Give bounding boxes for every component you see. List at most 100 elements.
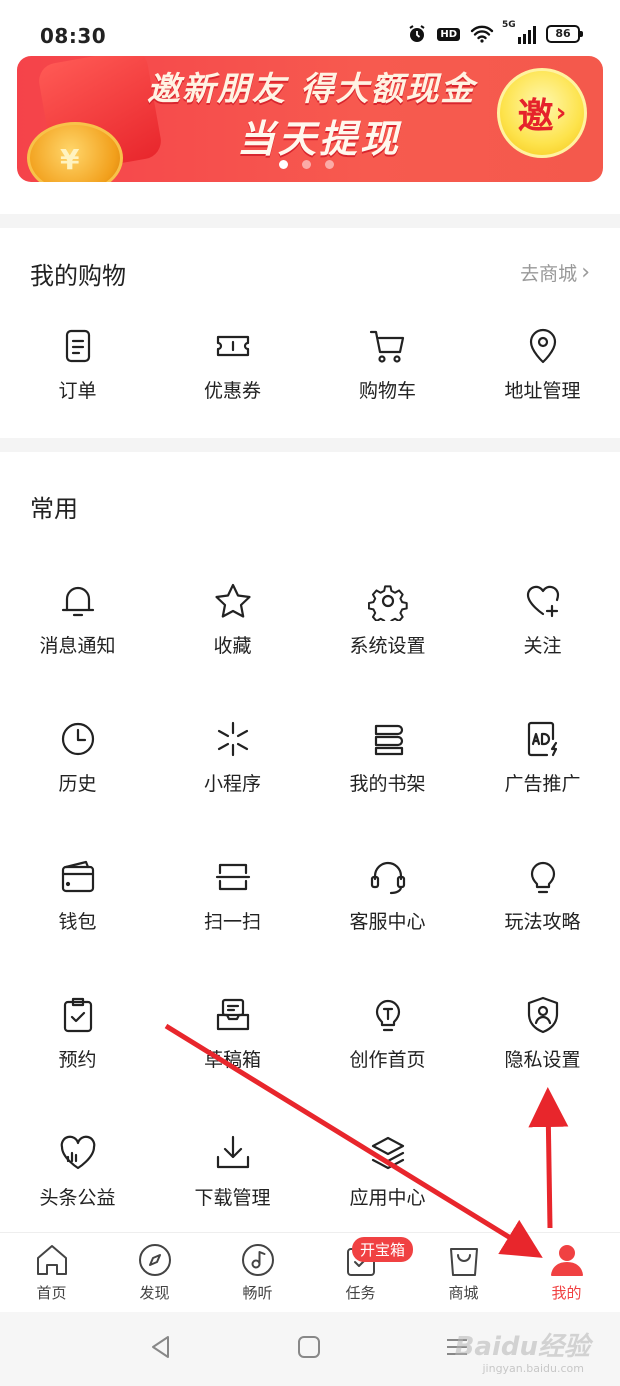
grid-item-label: 下载管理: [194, 1187, 271, 1209]
carousel-dot[interactable]: [279, 160, 288, 169]
status-icons: HD 5G 86: [407, 20, 583, 44]
nav-label: 任务: [345, 1284, 376, 1302]
grid-item-privacy-settings[interactable]: 隐私设置: [465, 975, 620, 1095]
grid-item-creator-home[interactable]: 创作首页: [310, 975, 465, 1095]
home-button-icon[interactable]: [296, 1334, 322, 1364]
grid-item-label: 头条公益: [39, 1187, 116, 1209]
nav-label: 商城: [448, 1284, 479, 1302]
carousel-dots: [279, 160, 334, 169]
watermark-url: jingyan.baidu.com: [482, 1362, 584, 1375]
grid-item-label: 客服中心: [349, 911, 426, 933]
clock-icon: [58, 719, 98, 759]
bell-icon: [58, 581, 98, 621]
annotation-arrow: [528, 1087, 569, 1229]
invite-banner[interactable]: ¥ 邀新朋友 得大额现金 当天提现 邀 ›: [17, 56, 603, 182]
grid-item-label: 地址管理: [504, 380, 581, 402]
grid-item-guide[interactable]: 玩法攻略: [465, 837, 620, 957]
common-section-title: 常用: [30, 495, 78, 523]
grid-item-label: 我的书架: [349, 773, 426, 795]
grid-item-charity[interactable]: 头条公益: [0, 1113, 155, 1233]
grid-item-bookshelf[interactable]: 我的书架: [310, 699, 465, 819]
home-icon: [33, 1241, 71, 1279]
back-icon[interactable]: [148, 1334, 174, 1364]
ad-icon: [523, 719, 563, 759]
invite-button[interactable]: 邀 ›: [497, 68, 587, 158]
invite-button-label: 邀: [517, 96, 554, 137]
system-nav-bar: Baidu经验 jingyan.baidu.com: [0, 1312, 620, 1386]
grid-item-history[interactable]: 历史: [0, 699, 155, 819]
grid-item-label: 广告推广: [504, 773, 581, 795]
grid-item-label: 草稿箱: [203, 1049, 261, 1071]
nav-me[interactable]: 我的: [515, 1241, 618, 1311]
drafts-icon: [213, 995, 253, 1035]
creator-bulb-icon: [368, 995, 408, 1035]
grid-item-app-center[interactable]: 应用中心: [310, 1113, 465, 1233]
nav-mall[interactable]: 商城: [412, 1241, 515, 1311]
wifi-icon: [470, 25, 494, 43]
grid-item-label: 钱包: [58, 911, 97, 933]
nav-discover[interactable]: 发现: [103, 1241, 206, 1311]
grid-item-label: 购物车: [358, 380, 416, 402]
banner-headline: 邀新朋友 得大额现金: [147, 69, 476, 108]
shopping-section-title: 我的购物: [30, 262, 126, 290]
nav-label: 首页: [36, 1284, 67, 1302]
heart-plus-icon: [523, 581, 563, 621]
grid-item-reservation[interactable]: 预约: [0, 975, 155, 1095]
grid-item-cart[interactable]: 购物车: [310, 306, 465, 426]
grid-item-ad-promotion[interactable]: 广告推广: [465, 699, 620, 819]
grid-item-customer-service[interactable]: 客服中心: [310, 837, 465, 957]
coupon-icon: [213, 326, 253, 366]
grid-item-label: 消息通知: [39, 635, 116, 657]
carousel-dot[interactable]: [325, 160, 334, 169]
grid-item-address[interactable]: 地址管理: [465, 306, 620, 426]
layers-icon: [368, 1133, 408, 1173]
status-bar: 08:30 HD 5G 86: [0, 0, 620, 56]
chevron-right-icon: ›: [555, 98, 567, 128]
grid-item-label: 系统设置: [349, 635, 426, 657]
download-icon: [213, 1133, 253, 1173]
grid-item-wallet[interactable]: 钱包: [0, 837, 155, 957]
cart-icon: [368, 326, 408, 366]
bookshelf-icon: [368, 719, 408, 759]
shopping-bag-icon: [445, 1241, 483, 1279]
grid-item-label: 创作首页: [349, 1049, 426, 1071]
mini-program-icon: [213, 719, 253, 759]
grid-item-drafts[interactable]: 草稿箱: [155, 975, 310, 1095]
grid-item-label: 扫一扫: [203, 911, 261, 933]
nav-label: 畅听: [242, 1284, 273, 1302]
grid-item-label: 历史: [58, 773, 97, 795]
task-badge[interactable]: 开宝箱: [352, 1237, 414, 1262]
go-to-mall-link[interactable]: 去商城 ›: [520, 259, 590, 286]
music-icon: [239, 1241, 277, 1279]
grid-item-scan[interactable]: 扫一扫: [155, 837, 310, 957]
bottom-nav: 首页 发现 畅听 任务 商城 我的: [0, 1232, 620, 1312]
profile-page: 08:30 HD 5G 86 ¥ 邀新朋友 得大额现金 当天提现 邀 › 我的购…: [0, 0, 620, 1386]
nav-listen[interactable]: 畅听: [206, 1241, 309, 1311]
network-type: 5G: [502, 20, 516, 30]
carousel-dot[interactable]: [302, 160, 311, 169]
grid-item-order[interactable]: 订单: [0, 306, 155, 426]
section-divider: [0, 214, 620, 228]
grid-item-favorites[interactable]: 收藏: [155, 561, 310, 681]
grid-item-download-manager[interactable]: 下载管理: [155, 1113, 310, 1233]
grid-item-mini-program[interactable]: 小程序: [155, 699, 310, 819]
nav-label: 发现: [139, 1284, 170, 1302]
grid-item-coupon[interactable]: 优惠券: [155, 306, 310, 426]
watermark-logo: Baidu经验: [454, 1332, 590, 1362]
grid-item-label: 关注: [523, 635, 562, 657]
bulb-icon: [523, 857, 563, 897]
grid-item-label: 小程序: [203, 773, 261, 795]
charity-heart-icon: [58, 1133, 98, 1173]
wallet-icon: [58, 857, 98, 897]
grid-item-label: 收藏: [213, 635, 252, 657]
grid-item-label: 隐私设置: [504, 1049, 581, 1071]
grid-item-label: 玩法攻略: [504, 911, 581, 933]
grid-item-label: 优惠券: [203, 380, 261, 402]
grid-item-system-settings[interactable]: 系统设置: [310, 561, 465, 681]
clipboard-check-icon: [58, 995, 98, 1035]
grid-item-follow[interactable]: 关注: [465, 561, 620, 681]
profile-icon: [548, 1241, 586, 1279]
nav-home[interactable]: 首页: [0, 1241, 103, 1311]
go-to-mall-label: 去商城: [520, 263, 578, 285]
grid-item-notifications[interactable]: 消息通知: [0, 561, 155, 681]
